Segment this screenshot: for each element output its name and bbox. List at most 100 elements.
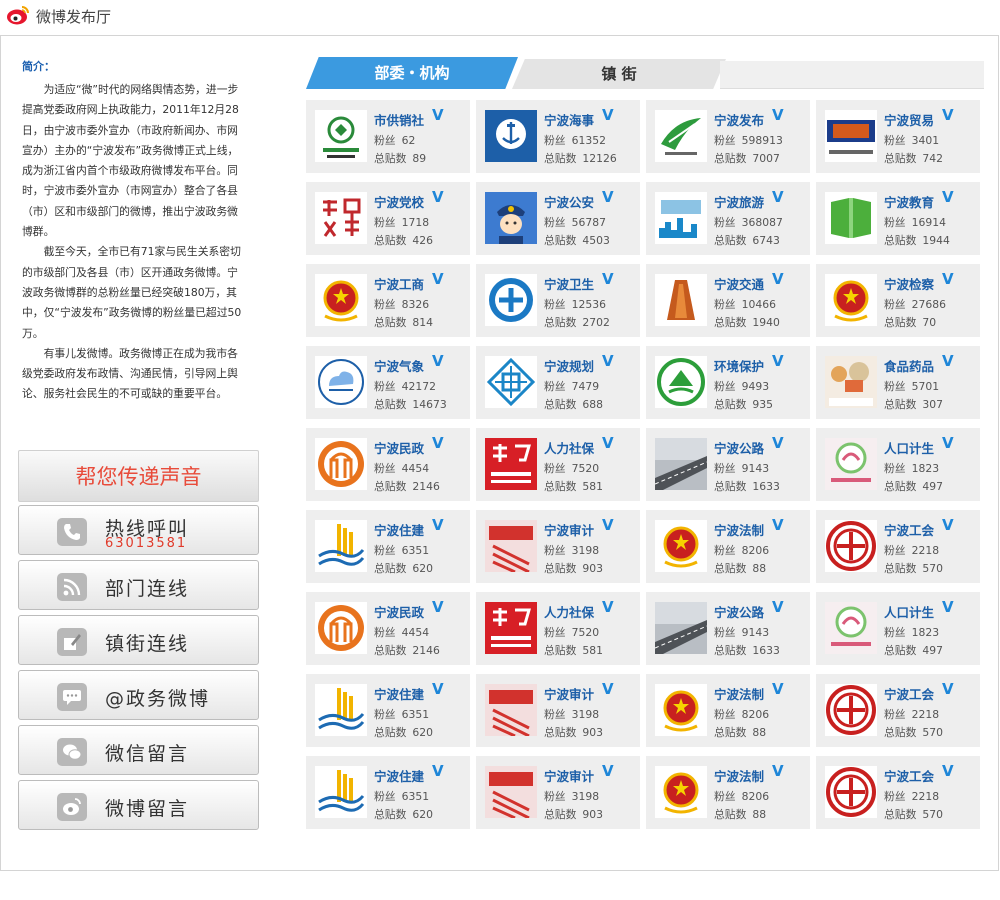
account-card[interactable]: 宁波卫生 V 粉丝 12536 总贴数 2702 — [476, 264, 640, 337]
posts-count: 总贴数 935 — [714, 396, 773, 412]
account-card[interactable]: 宁波审计 V 粉丝 3198 总贴数 903 — [476, 510, 640, 583]
account-name[interactable]: 宁波公安 — [544, 192, 594, 211]
account-name[interactable]: 宁波工会 — [884, 766, 934, 785]
account-card[interactable]: 宁波旅游 V 粉丝 368087 总贴数 6743 — [646, 182, 810, 255]
posts-value: 581 — [582, 480, 603, 493]
account-name[interactable]: 宁波审计 — [544, 520, 594, 539]
tab-towns[interactable]: 镇 街 — [512, 59, 726, 89]
account-card[interactable]: 宁波教育 V 粉丝 16914 总贴数 1944 — [816, 182, 980, 255]
account-name[interactable]: 宁波交通 — [714, 274, 764, 293]
account-name[interactable]: 宁波住建 — [374, 684, 424, 703]
tab-bar-bg — [720, 61, 984, 89]
verified-badge-icon: V — [602, 106, 614, 124]
account-name[interactable]: 宁波公路 — [714, 438, 764, 457]
account-card[interactable]: 宁波贸易 V 粉丝 3401 总贴数 742 — [816, 100, 980, 173]
account-card[interactable]: 人力社保 V 粉丝 7520 总贴数 581 — [476, 592, 640, 665]
account-name[interactable]: 人力社保 — [544, 602, 594, 621]
account-card[interactable]: 宁波工会 V 粉丝 2218 总贴数 570 — [816, 510, 980, 583]
account-name[interactable]: 宁波工商 — [374, 274, 424, 293]
posts-label: 总贴数 — [374, 234, 407, 247]
account-card[interactable]: 宁波公路 V 粉丝 9143 总贴数 1633 — [646, 428, 810, 501]
account-name[interactable]: 宁波审计 — [544, 684, 594, 703]
account-card[interactable]: 宁波公安 V 粉丝 56787 总贴数 4503 — [476, 182, 640, 255]
posts-value: 742 — [922, 152, 943, 165]
help-button-weibo[interactable]: 微博留言 — [18, 780, 259, 830]
account-name[interactable]: 宁波住建 — [374, 520, 424, 539]
help-button-pen[interactable]: 镇街连线 — [18, 615, 259, 665]
account-card[interactable]: 宁波审计 V 粉丝 3198 总贴数 903 — [476, 756, 640, 829]
account-card[interactable]: 食品药品 V 粉丝 5701 总贴数 307 — [816, 346, 980, 419]
verified-badge-icon: V — [602, 270, 614, 288]
account-card[interactable]: 环境保护 V 粉丝 9493 总贴数 935 — [646, 346, 810, 419]
account-card[interactable]: 宁波住建 V 粉丝 6351 总贴数 620 — [306, 756, 470, 829]
account-name[interactable]: 宁波海事 — [544, 110, 594, 129]
account-card[interactable]: 宁波检察 V 粉丝 27686 总贴数 70 — [816, 264, 980, 337]
account-name[interactable]: 人口计生 — [884, 602, 934, 621]
account-card[interactable]: 人口计生 V 粉丝 1823 总贴数 497 — [816, 592, 980, 665]
posts-label: 总贴数 — [884, 480, 917, 493]
account-name[interactable]: 宁波工会 — [884, 520, 934, 539]
posts-value: 307 — [922, 398, 943, 411]
account-card[interactable]: 宁波公路 V 粉丝 9143 总贴数 1633 — [646, 592, 810, 665]
account-name[interactable]: 宁波教育 — [884, 192, 934, 211]
account-name[interactable]: 宁波公路 — [714, 602, 764, 621]
fans-count: 粉丝 368087 — [714, 214, 783, 230]
help-button-phone[interactable]: 热线呼叫 63013581 — [18, 505, 259, 555]
legal-emblem-icon — [655, 520, 707, 572]
fans-label: 粉丝 — [714, 462, 736, 475]
account-name[interactable]: 宁波贸易 — [884, 110, 934, 129]
account-name[interactable]: 人口计生 — [884, 438, 934, 457]
account-card[interactable]: 宁波法制 V 粉丝 8206 总贴数 88 — [646, 510, 810, 583]
account-card[interactable]: 宁波住建 V 粉丝 6351 总贴数 620 — [306, 510, 470, 583]
account-card[interactable]: 宁波工商 V 粉丝 8326 总贴数 814 — [306, 264, 470, 337]
account-card[interactable]: 宁波党校 V 粉丝 1718 总贴数 426 — [306, 182, 470, 255]
account-name[interactable]: 宁波党校 — [374, 192, 424, 211]
account-card[interactable]: 宁波规划 V 粉丝 7479 总贴数 688 — [476, 346, 640, 419]
posts-label: 总贴数 — [544, 234, 577, 247]
account-name[interactable]: 人力社保 — [544, 438, 594, 457]
account-name[interactable]: 市供销社 — [374, 110, 424, 129]
account-name[interactable]: 宁波民政 — [374, 602, 424, 621]
account-card[interactable]: 宁波法制 V 粉丝 8206 总贴数 88 — [646, 674, 810, 747]
account-card[interactable]: 宁波发布 V 粉丝 598913 总贴数 7007 — [646, 100, 810, 173]
account-card[interactable]: 市供销社 V 粉丝 62 总贴数 89 — [306, 100, 470, 173]
account-card[interactable]: 人口计生 V 粉丝 1823 总贴数 497 — [816, 428, 980, 501]
account-card[interactable]: 宁波法制 V 粉丝 8206 总贴数 88 — [646, 756, 810, 829]
account-name[interactable]: 宁波卫生 — [544, 274, 594, 293]
help-button-chat[interactable]: @政务微博 — [18, 670, 259, 720]
help-title: 帮您传递声音 — [18, 450, 259, 502]
fans-value: 10466 — [741, 298, 776, 311]
tab-departments[interactable]: 部委・机构 — [306, 57, 518, 89]
account-name[interactable]: 宁波规划 — [544, 356, 594, 375]
account-card[interactable]: 宁波住建 V 粉丝 6351 总贴数 620 — [306, 674, 470, 747]
verified-badge-icon: V — [602, 188, 614, 206]
account-name[interactable]: 宁波检察 — [884, 274, 934, 293]
fans-value: 3401 — [911, 134, 940, 147]
account-card[interactable]: 人力社保 V 粉丝 7520 总贴数 581 — [476, 428, 640, 501]
account-name[interactable]: 宁波审计 — [544, 766, 594, 785]
intro-heading: 简介： — [22, 60, 55, 73]
help-button-rss[interactable]: 部门连线 — [18, 560, 259, 610]
account-card[interactable]: 宁波工会 V 粉丝 2218 总贴数 570 — [816, 756, 980, 829]
verified-badge-icon: V — [432, 516, 444, 534]
account-name[interactable]: 宁波住建 — [374, 766, 424, 785]
account-name[interactable]: 宁波民政 — [374, 438, 424, 457]
account-name[interactable]: 宁波法制 — [714, 684, 764, 703]
account-card[interactable]: 宁波交通 V 粉丝 10466 总贴数 1940 — [646, 264, 810, 337]
account-name[interactable]: 宁波气象 — [374, 356, 424, 375]
account-card[interactable]: 宁波气象 V 粉丝 42172 总贴数 14673 — [306, 346, 470, 419]
help-button-wechat[interactable]: 微信留言 — [18, 725, 259, 775]
posts-value: 903 — [582, 562, 603, 575]
account-card[interactable]: 宁波民政 V 粉丝 4454 总贴数 2146 — [306, 592, 470, 665]
account-name[interactable]: 宁波工会 — [884, 684, 934, 703]
account-name[interactable]: 食品药品 — [884, 356, 934, 375]
account-name[interactable]: 宁波旅游 — [714, 192, 764, 211]
account-card[interactable]: 宁波审计 V 粉丝 3198 总贴数 903 — [476, 674, 640, 747]
account-name[interactable]: 宁波法制 — [714, 520, 764, 539]
account-name[interactable]: 宁波发布 — [714, 110, 764, 129]
account-name[interactable]: 环境保护 — [714, 356, 764, 375]
account-card[interactable]: 宁波工会 V 粉丝 2218 总贴数 570 — [816, 674, 980, 747]
account-card[interactable]: 宁波海事 V 粉丝 61352 总贴数 12126 — [476, 100, 640, 173]
account-name[interactable]: 宁波法制 — [714, 766, 764, 785]
account-card[interactable]: 宁波民政 V 粉丝 4454 总贴数 2146 — [306, 428, 470, 501]
